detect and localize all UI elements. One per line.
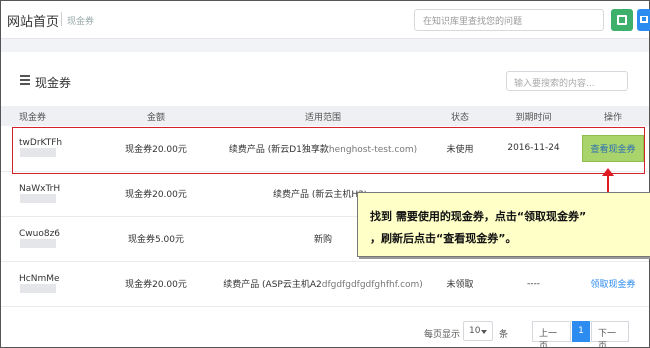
top-bar: 网站首页 现金券 在知识库里查找您的问题	[1, 1, 650, 39]
arrow-shaft	[607, 172, 609, 192]
per-page-value: 10	[469, 326, 481, 336]
column-header: 适用范围	[216, 106, 430, 126]
next-page-button[interactable]: 下一页	[591, 321, 629, 348]
table-header: 现金券 金额 适用范围 状态 到期时间 操作	[1, 106, 649, 126]
claim-coupon-link[interactable]: 领取现金券	[590, 280, 635, 290]
column-header: 操作	[577, 106, 649, 126]
knowledge-search-input[interactable]: 在知识库里查找您的问题	[414, 9, 604, 31]
coupon-amount: 现金券20.00元	[96, 171, 216, 217]
panel-search-input[interactable]: 输入要搜索的内容...	[506, 71, 628, 91]
breadcrumb[interactable]: 现金券	[67, 14, 94, 27]
callout-line: 找到 需要使用的现金券，点击“领取现金券”	[370, 210, 587, 223]
coupon-expiry: ----	[490, 261, 577, 307]
per-page-select[interactable]: 10	[463, 321, 493, 341]
column-header: 状态	[430, 106, 490, 126]
coupon-code: NaWxTrH	[1, 171, 96, 217]
highlight-box	[12, 127, 645, 174]
breadcrumb-divider	[61, 12, 62, 26]
coupon-scope: 续费产品 (ASP云主机A2dfgdfgdfgdfghfhf.com)	[216, 261, 430, 307]
callout-line: ，刷新后点击“查看现金券”。	[370, 232, 517, 245]
coupon-amount: 现金券5.00元	[96, 216, 216, 262]
page-number-button[interactable]: 1	[572, 321, 590, 342]
column-header: 现金券	[1, 106, 96, 126]
column-header: 金额	[96, 106, 216, 126]
instruction-callout: 找到 需要使用的现金券，点击“领取现金券” ，刷新后点击“查看现金券”。	[357, 192, 650, 257]
per-page-label: 每页显示	[424, 330, 461, 340]
cart-icon	[640, 16, 648, 23]
prev-page-button[interactable]: 上一页	[532, 321, 571, 348]
panel-title: 现金券	[35, 76, 72, 90]
per-page-unit: 条	[499, 330, 509, 340]
coupon-code: HcNmMe	[1, 261, 96, 307]
coupon-amount: 现金券20.00元	[96, 261, 216, 307]
coupon-action-cell: 领取现金券	[577, 261, 649, 307]
table-row: HcNmMe 现金券20.00元 续费产品 (ASP云主机A2dfgdfgdfg…	[1, 261, 649, 307]
chevron-down-icon	[481, 330, 487, 334]
coupon-code: Cwuo8z6	[1, 216, 96, 262]
knowledge-button[interactable]	[611, 9, 633, 31]
coupon-status: 未领取	[430, 261, 490, 307]
column-header: 到期时间	[490, 106, 577, 126]
book-icon	[617, 15, 627, 25]
site-home-link[interactable]: 网站首页	[7, 11, 59, 30]
cart-button[interactable]	[637, 9, 650, 31]
